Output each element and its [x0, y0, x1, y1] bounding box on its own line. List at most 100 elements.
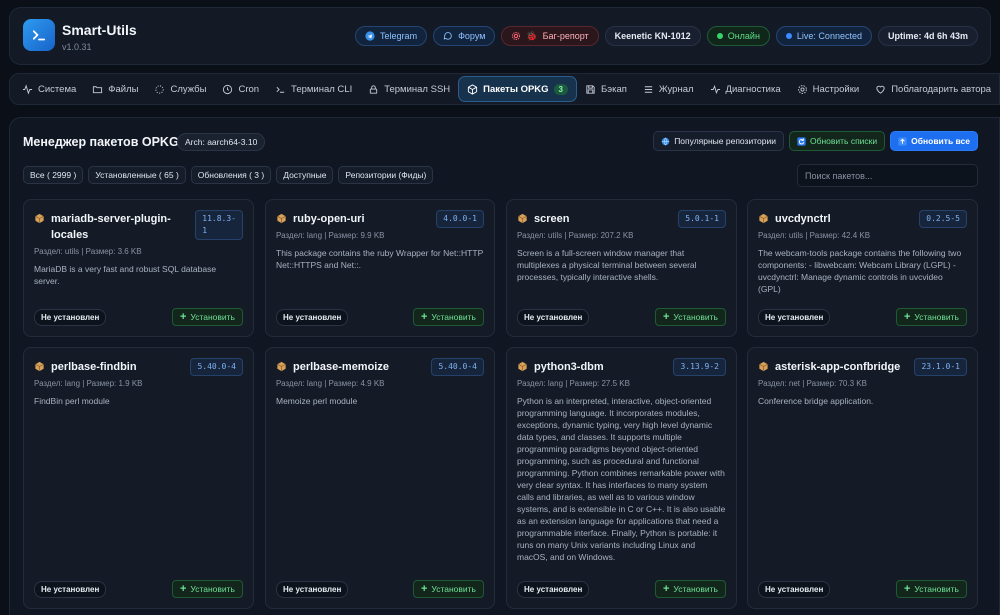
tab-system[interactable]: Система — [14, 76, 84, 102]
upgrade-arrow-icon — [898, 136, 907, 146]
package-meta: Раздел: lang | Размер: 1.9 KB — [34, 379, 143, 388]
package-card: perlbase-memoize 5.40.0-4 Раздел: lang |… — [265, 347, 495, 609]
package-card: ruby-open-uri 4.0.0-1 Раздел: lang | Раз… — [265, 199, 495, 337]
spinner-icon — [155, 84, 165, 94]
version-badge: 23.1.0-1 — [914, 358, 967, 376]
tab-diagnostics[interactable]: Диагностика — [702, 76, 789, 102]
filter-installed[interactable]: Установленные ( 65 ) — [88, 166, 186, 184]
package-box-icon — [518, 361, 527, 372]
app-logo — [23, 19, 55, 51]
tab-settings[interactable]: Настройки — [789, 76, 868, 102]
list-icon — [644, 85, 653, 93]
package-card: perlbase-findbin 5.40.0-4 Раздел: lang |… — [23, 347, 254, 609]
package-box-icon — [277, 213, 286, 224]
install-button[interactable]: + Установить — [895, 308, 967, 326]
package-name: mariadb-server-plugin-locales — [34, 211, 171, 243]
popular-repos-button[interactable]: Популярные репозитории — [653, 131, 784, 151]
package-card: screen 5.0.1-1 Раздел: utils | Размер: 2… — [506, 199, 737, 337]
tab-cron[interactable]: Cron — [214, 76, 267, 102]
update-lists-button[interactable]: Обновить списки — [788, 131, 886, 151]
package-name: python3-dbm — [517, 359, 604, 375]
opkg-panel: Менеджер пакетов OPKG Arch: aarch64-3.10… — [9, 117, 1000, 615]
package-box-icon — [759, 213, 768, 224]
tab-log[interactable]: Журнал — [635, 76, 702, 102]
install-button[interactable]: + Установить — [412, 580, 484, 598]
package-name: perlbase-memoize — [276, 359, 389, 375]
version-badge: 5.0.1-1 — [678, 210, 726, 228]
package-name: asterisk-app-confbridge — [758, 359, 900, 375]
filter-available[interactable]: Доступные — [276, 166, 334, 184]
install-status-badge: Не установлен — [276, 581, 349, 598]
package-meta: Раздел: lang | Размер: 9.9 KB — [276, 231, 385, 240]
page-title: Менеджер пакетов OPKG — [23, 135, 179, 149]
updates-count-badge: 3 — [553, 83, 568, 95]
filter-all[interactable]: Все ( 2999 ) — [23, 166, 84, 184]
package-meta: Раздел: net | Размер: 70.3 KB — [758, 379, 867, 388]
main-tabs: Система Файлы Службы Cron Терминал CLI Т… — [9, 73, 1000, 105]
tab-services[interactable]: Службы — [146, 76, 214, 102]
plus-icon: + — [662, 583, 670, 595]
install-button[interactable]: + Установить — [412, 308, 484, 326]
plus-icon: + — [420, 583, 428, 595]
tab-terminal-ssh[interactable]: Терминал SSH — [360, 76, 458, 102]
install-status-badge: Не установлен — [517, 581, 590, 598]
heart-icon — [876, 85, 885, 94]
app-version: v1.0.31 — [62, 42, 92, 52]
plus-icon: + — [179, 311, 187, 323]
bug-report-link[interactable]: 🐞 Баг-репорт — [501, 26, 599, 46]
gear-icon — [797, 84, 807, 94]
plus-icon: + — [420, 311, 428, 323]
package-description: MariaDB is a very fast and robust SQL da… — [34, 264, 217, 286]
package-meta: Раздел: utils | Размер: 207.2 KB — [517, 231, 634, 240]
tab-opkg-packages[interactable]: Пакеты OPKG 3 — [458, 76, 577, 102]
activity-icon — [22, 83, 33, 95]
install-button[interactable]: + Установить — [171, 308, 243, 326]
tab-terminal-cli[interactable]: Терминал CLI — [267, 76, 360, 102]
package-card: mariadb-server-plugin-locales 11.8.3- 1 Р… — [23, 199, 254, 337]
package-box-icon — [35, 361, 44, 372]
live-status-badge: Live: Connected — [775, 26, 872, 46]
tab-backup[interactable]: Бэкап — [577, 76, 635, 102]
lock-icon — [370, 84, 378, 94]
version-badge: 3.13.9-2 — [673, 358, 726, 376]
version-badge: 4.0.0-1 — [436, 210, 484, 228]
package-search-input[interactable] — [797, 164, 978, 187]
pulse-icon — [710, 84, 720, 94]
install-button[interactable]: + Установить — [171, 580, 243, 598]
telegram-icon — [365, 31, 375, 41]
package-name: perlbase-findbin — [34, 359, 137, 375]
package-card: asterisk-app-confbridge 23.1.0-1 Раздел:… — [747, 347, 978, 609]
package-meta: Раздел: lang | Размер: 27.5 KB — [517, 379, 630, 388]
forum-link[interactable]: Форум — [433, 26, 496, 46]
plus-icon: + — [903, 583, 911, 595]
package-description: FindBin perl module — [34, 396, 110, 406]
filter-updates[interactable]: Обновления ( 3 ) — [190, 166, 272, 184]
refresh-icon — [797, 136, 806, 146]
gear-icon — [512, 31, 521, 41]
save-icon — [586, 84, 595, 94]
package-description: Memoize perl module — [276, 396, 358, 406]
package-description: Screen is a full-screen window manager t… — [517, 248, 697, 282]
package-card: uvcdynctrl 0.2.5-5 Раздел: utils | Разме… — [747, 199, 978, 337]
telegram-link[interactable]: Telegram — [355, 26, 428, 46]
package-box-icon — [35, 213, 44, 224]
package-card: python3-dbm 3.13.9-2 Раздел: lang | Разм… — [506, 347, 737, 609]
version-badge: 11.8.3- 1 — [195, 210, 243, 240]
tab-donate[interactable]: Поблагодарить автора — [867, 76, 999, 102]
terminal-logo-icon — [32, 30, 46, 41]
install-button[interactable]: + Установить — [895, 580, 967, 598]
package-name: ruby-open-uri — [276, 211, 365, 227]
package-box-icon — [518, 213, 527, 224]
plus-icon: + — [179, 583, 187, 595]
package-name: uvcdynctrl — [758, 211, 831, 227]
package-meta: Раздел: utils | Размер: 3.6 KB — [34, 247, 142, 256]
bug-icon: 🐞 — [526, 30, 538, 41]
install-status-badge: Не установлен — [34, 581, 107, 598]
update-all-button[interactable]: Обновить все — [890, 131, 978, 151]
tab-files[interactable]: Файлы — [84, 76, 146, 102]
filter-repos[interactable]: Репозитории (Фиды) — [338, 166, 434, 184]
install-button[interactable]: + Установить — [654, 580, 726, 598]
folder-icon — [93, 85, 103, 93]
status-dot-icon — [716, 33, 723, 39]
install-button[interactable]: + Установить — [654, 308, 726, 326]
